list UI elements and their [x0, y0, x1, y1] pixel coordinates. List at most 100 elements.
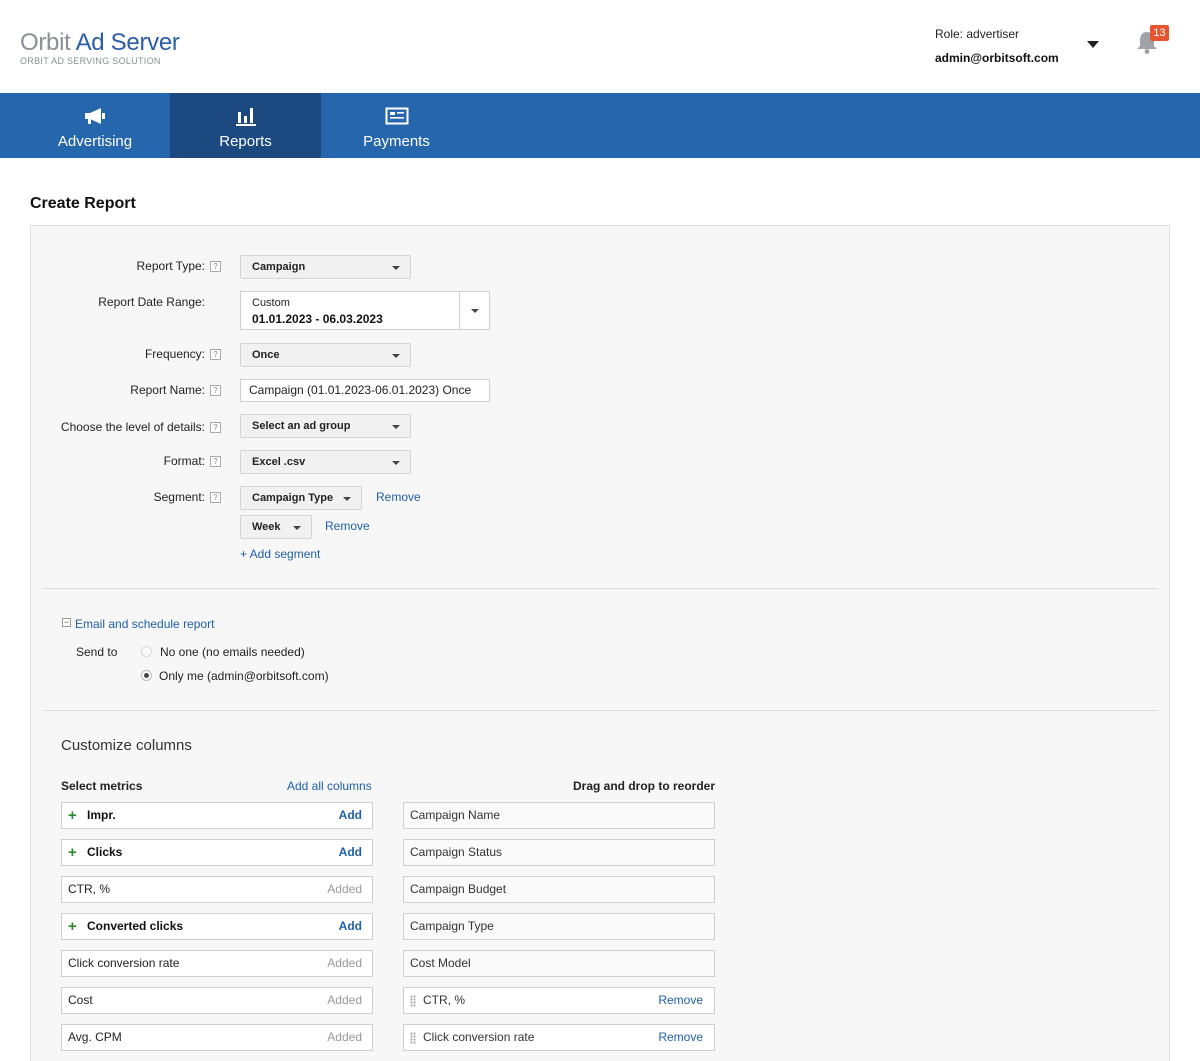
logo-ad-server-text: Ad Server [75, 29, 180, 56]
select-metrics-heading: Select metrics [61, 779, 143, 793]
metric-add-button[interactable]: Add [339, 914, 362, 939]
metric-add-button[interactable]: Add [339, 803, 362, 828]
date-range-divider [459, 292, 460, 329]
segment-remove-link-2[interactable]: Remove [325, 519, 370, 533]
main-nav: Advertising Reports Payments [0, 93, 1200, 158]
nav-item-reports[interactable]: Reports [170, 93, 321, 158]
chevron-down-icon [343, 497, 351, 501]
nav-item-payments[interactable]: Payments [321, 93, 472, 158]
report-name-label: Report Name: [130, 383, 205, 397]
collapse-toggle-icon[interactable]: − [62, 618, 71, 627]
reorder-heading: Drag and drop to reorder [573, 779, 716, 793]
chevron-down-icon [392, 461, 400, 465]
send-to-no-one-radio[interactable] [141, 646, 152, 657]
detail-level-help-icon[interactable]: ? [210, 422, 221, 433]
selected-column-name: Cost Model [410, 956, 471, 970]
segment-value-2: Week [252, 521, 281, 533]
metric-added-status: Added [327, 956, 362, 970]
metric-added-status: Added [327, 993, 362, 1007]
segment-remove-link-1[interactable]: Remove [376, 490, 421, 504]
report-type-label: Report Type: [136, 259, 205, 273]
user-email: admin@orbitsoft.com [935, 51, 1059, 65]
nav-label-payments: Payments [363, 133, 430, 150]
email-schedule-toggle-link[interactable]: Email and schedule report [75, 617, 214, 631]
logo-tagline: ORBIT AD SERVING SOLUTION [20, 56, 161, 66]
report-type-help-icon[interactable]: ? [210, 261, 221, 272]
add-all-columns-link[interactable]: Add all columns [287, 779, 372, 793]
notification-count-badge[interactable]: 13 [1150, 25, 1169, 41]
metric-row: Cost Added [61, 987, 373, 1014]
selected-column-name: CTR, % [423, 993, 465, 1007]
drag-handle-icon[interactable] [410, 1032, 416, 1044]
selected-column-name: Click conversion rate [423, 1030, 535, 1044]
segment-help-icon[interactable]: ? [210, 492, 221, 503]
plus-icon: + [68, 918, 77, 935]
segment-label: Segment: [153, 490, 205, 504]
segment-value-1: Campaign Type [252, 492, 334, 504]
segment-dropdown-1[interactable]: Campaign Type [240, 486, 362, 510]
logo-orbit-text: Orbit [20, 29, 71, 56]
metric-name: Impr. [87, 808, 116, 822]
date-range-preset: Custom [252, 297, 290, 309]
format-value: Excel .csv [252, 456, 306, 468]
selected-column-row-draggable[interactable]: CTR, % Remove [403, 987, 715, 1014]
report-type-dropdown[interactable]: Campaign [240, 255, 411, 279]
report-name-help-icon[interactable]: ? [210, 385, 221, 396]
selected-column-name: Campaign Name [410, 808, 501, 822]
section-divider [43, 588, 1158, 589]
metric-add-button[interactable]: Add [339, 840, 362, 865]
selected-column-name: Campaign Status [410, 845, 503, 859]
megaphone-icon [85, 108, 105, 124]
format-dropdown[interactable]: Excel .csv [240, 450, 411, 474]
send-to-no-one-label: No one (no emails needed) [160, 645, 305, 659]
selected-column-row: Campaign Budget [403, 876, 715, 903]
detail-level-dropdown[interactable]: Select an ad group [240, 414, 411, 438]
selected-column-row-draggable[interactable]: Click conversion rate Remove [403, 1024, 715, 1051]
add-segment-link[interactable]: + Add segment [240, 547, 320, 561]
chevron-down-icon [392, 266, 400, 270]
selected-column-row: Campaign Status [403, 839, 715, 866]
chevron-down-icon [392, 354, 400, 358]
metric-added-status: Added [327, 882, 362, 896]
selected-column-row: Campaign Name [403, 802, 715, 829]
metric-row: Avg. CPM Added [61, 1024, 373, 1051]
metric-row: + Clicks Add [61, 839, 373, 866]
user-menu-caret-icon[interactable] [1087, 41, 1099, 48]
send-to-only-me-radio[interactable] [141, 670, 152, 681]
send-to-only-me-label: Only me (admin@orbitsoft.com) [159, 669, 329, 683]
send-to-label: Send to [76, 645, 118, 659]
report-name-input[interactable]: Campaign (01.01.2023-06.01.2023) Once [240, 379, 490, 402]
chevron-down-icon [392, 425, 400, 429]
selected-column-row: Campaign Type [403, 913, 715, 940]
metric-added-status: Added [327, 1030, 362, 1044]
app-logo[interactable]: Orbit Ad Server ORBIT AD SERVING SOLUTIO… [20, 29, 180, 67]
metric-name: Click conversion rate [68, 956, 180, 970]
nav-label-advertising: Advertising [57, 133, 133, 150]
frequency-label: Frequency: [144, 347, 205, 361]
metric-name: Avg. CPM [68, 1030, 122, 1044]
format-label: Format: [163, 454, 205, 468]
metric-name: CTR, % [68, 882, 110, 896]
metric-name: Cost [68, 993, 93, 1007]
frequency-dropdown[interactable]: Once [240, 343, 411, 367]
app-header: Orbit Ad Server ORBIT AD SERVING SOLUTIO… [0, 0, 1200, 93]
selected-column-name: Campaign Type [410, 919, 494, 933]
chevron-down-icon[interactable] [471, 309, 479, 313]
format-help-icon[interactable]: ? [210, 456, 221, 467]
date-range-label: Report Date Range: [98, 295, 205, 309]
column-remove-link[interactable]: Remove [658, 988, 703, 1013]
date-range-picker[interactable]: Custom 01.01.2023 - 06.03.2023 [240, 291, 490, 330]
metric-name: Clicks [87, 845, 123, 859]
frequency-value: Once [252, 349, 280, 361]
detail-level-value: Select an ad group [252, 420, 351, 432]
detail-level-label: Choose the level of details: [60, 420, 205, 434]
column-remove-link[interactable]: Remove [658, 1025, 703, 1050]
segment-dropdown-2[interactable]: Week [240, 515, 312, 539]
nav-item-advertising[interactable]: Advertising [20, 93, 170, 158]
metric-row: CTR, % Added [61, 876, 373, 903]
frequency-help-icon[interactable]: ? [210, 349, 221, 360]
drag-handle-icon[interactable] [410, 995, 416, 1007]
selected-column-name: Campaign Budget [410, 882, 507, 896]
metric-row: Click conversion rate Added [61, 950, 373, 977]
chevron-down-icon [293, 526, 301, 530]
